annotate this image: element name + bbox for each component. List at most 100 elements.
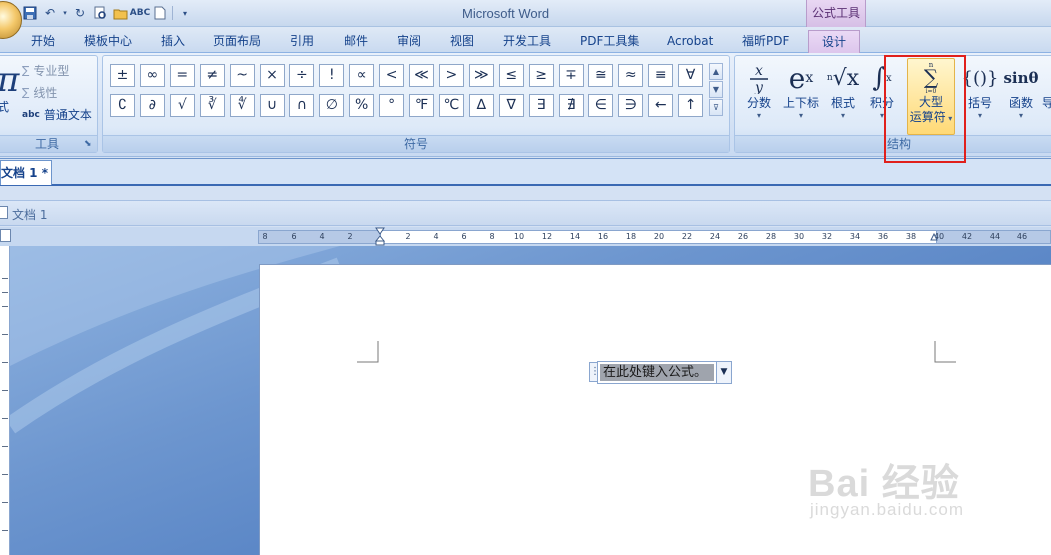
symbol-button[interactable]: ∩ xyxy=(289,94,315,117)
right-indent-marker[interactable] xyxy=(930,232,938,242)
symbol-button[interactable]: ∞ xyxy=(139,64,165,87)
ruler-tick-label: 6 xyxy=(461,232,467,241)
symbol-button[interactable]: ± xyxy=(110,64,135,87)
new-document-icon[interactable] xyxy=(152,5,168,21)
symbol-button[interactable]: ∄ xyxy=(558,94,584,117)
large-operator-icon: n ∑ i=0 xyxy=(908,59,954,95)
professional-format-button[interactable]: ∑ 专业型 xyxy=(22,62,69,79)
symbol-button[interactable]: ÷ xyxy=(289,64,315,87)
scroll-down-button[interactable]: ▼ xyxy=(709,81,723,98)
symbol-button[interactable]: ~ xyxy=(229,64,255,87)
symbol-button[interactable]: ≤ xyxy=(498,64,524,87)
app-title: Microsoft Word xyxy=(462,6,550,21)
tab-references[interactable]: 引用 xyxy=(290,31,314,51)
equation-options-dropdown[interactable]: ▼ xyxy=(716,361,732,384)
symbol-button[interactable]: = xyxy=(169,64,195,87)
symbol-button[interactable]: > xyxy=(438,64,464,87)
symbol-button[interactable]: ℃ xyxy=(438,94,464,117)
spelling-check-icon[interactable]: ABC xyxy=(130,5,150,21)
script-button[interactable]: ex 上下标 ▾ xyxy=(781,60,821,121)
symbol-button[interactable]: ∁ xyxy=(110,94,135,117)
tab-home[interactable]: 开始 xyxy=(31,31,55,51)
tab-mailings[interactable]: 邮件 xyxy=(344,31,368,51)
symbol-button[interactable]: ∛ xyxy=(199,94,225,117)
function-button[interactable]: sinθ 函数 ▾ xyxy=(1001,60,1041,120)
tab-selector[interactable] xyxy=(0,229,11,242)
symbol-button[interactable]: ! xyxy=(319,64,345,87)
save-icon[interactable] xyxy=(22,5,38,21)
symbol-button[interactable]: ∓ xyxy=(558,64,584,87)
symbol-button[interactable]: ∅ xyxy=(319,94,345,117)
svg-text:y: y xyxy=(754,80,764,94)
symbol-button[interactable]: ∃ xyxy=(528,94,554,117)
symbol-button[interactable]: ≫ xyxy=(468,64,494,87)
symbol-button[interactable]: ↑ xyxy=(678,94,704,117)
symbol-button[interactable]: ∀ xyxy=(678,64,704,87)
symbol-button[interactable]: ∪ xyxy=(259,94,285,117)
scroll-up-button[interactable]: ▲ xyxy=(709,63,723,80)
structures-group: xy 分数 ▾ ex 上下标 ▾ n √x 根式 ▾ ∫ x 积分 ▾ n ∑ i=0 … xyxy=(734,55,1051,153)
symbol-button[interactable]: % xyxy=(349,94,375,117)
symbol-button[interactable]: ≈ xyxy=(618,64,644,87)
symbol-button[interactable]: ≡ xyxy=(648,64,674,87)
fraction-button[interactable]: xy 分数 ▾ xyxy=(741,60,777,120)
equation-button-label[interactable]: 式 xyxy=(0,98,9,115)
symbol-button[interactable]: × xyxy=(259,64,285,87)
symbol-button[interactable]: ← xyxy=(648,94,674,117)
tab-design[interactable]: 设计 xyxy=(808,30,861,54)
tools-group-label: 工具 xyxy=(0,135,97,152)
professional-label: 专业型 xyxy=(33,64,70,78)
professional-icon: ∑ xyxy=(22,64,30,77)
tab-view[interactable]: 视图 xyxy=(450,31,474,51)
tab-template-center[interactable]: 模板中心 xyxy=(84,31,132,51)
tab-foxit-pdf[interactable]: 福昕PDF xyxy=(742,31,789,51)
symbol-button[interactable]: ≥ xyxy=(528,64,554,87)
tab-acrobat[interactable]: Acrobat xyxy=(667,31,713,51)
symbol-button[interactable]: ∇ xyxy=(498,94,524,117)
undo-dropdown-icon[interactable]: ▾ xyxy=(62,5,68,21)
large-operator-button[interactable]: n ∑ i=0 大型 运算符 ▾ xyxy=(907,58,955,135)
symbol-button[interactable]: ∈ xyxy=(588,94,614,117)
symbol-button[interactable]: ≅ xyxy=(588,64,614,87)
tab-insert[interactable]: 插入 xyxy=(161,31,185,51)
equation-input[interactable]: 在此处键入公式。 xyxy=(597,361,717,384)
symbol-button[interactable]: ° xyxy=(379,94,405,117)
accent-button[interactable]: 导 xyxy=(1041,60,1051,111)
abc-icon: abc xyxy=(22,109,40,120)
tab-pdf-tools[interactable]: PDF工具集 xyxy=(580,31,639,51)
symbol-button[interactable]: ∜ xyxy=(229,94,255,117)
open-folder-icon[interactable] xyxy=(112,5,128,21)
symbol-button[interactable]: ≠ xyxy=(199,64,225,87)
redo-icon[interactable]: ↻ xyxy=(72,5,88,21)
vertical-ruler[interactable] xyxy=(0,246,10,555)
bracket-dropdown-icon: ▾ xyxy=(977,111,982,120)
dialog-launcher-icon[interactable]: ⬊ xyxy=(84,139,94,149)
linear-format-button[interactable]: ∑ 线性 xyxy=(22,84,57,101)
customize-qat-icon[interactable]: ▾ xyxy=(177,5,193,21)
gallery-more-button[interactable]: ⊽ xyxy=(709,99,723,116)
symbol-button[interactable]: ∝ xyxy=(349,64,375,87)
equation-pi-icon[interactable]: π xyxy=(0,60,19,100)
baidu-watermark: Bai 经验 jingyan.baidu.com xyxy=(808,452,963,519)
tab-review[interactable]: 审阅 xyxy=(397,31,421,51)
first-line-indent-marker[interactable] xyxy=(374,227,386,246)
symbol-button[interactable]: < xyxy=(379,64,405,87)
normal-text-button[interactable]: abc 普通文本 xyxy=(22,106,92,123)
symbol-button[interactable]: ∂ xyxy=(139,94,165,117)
undo-icon[interactable]: ↶ xyxy=(42,5,58,21)
symbol-button[interactable]: ℉ xyxy=(409,94,434,117)
symbol-button[interactable]: ≪ xyxy=(409,64,434,87)
tab-page-layout[interactable]: 页面布局 xyxy=(213,31,261,51)
bracket-button[interactable]: {()} 括号 ▾ xyxy=(962,60,999,121)
ribbon-tabs: 开始 模板中心 插入 页面布局 引用 邮件 审阅 视图 开发工具 PDF工具集 … xyxy=(0,27,1051,54)
large-operator-label-1: 大型 xyxy=(918,95,943,109)
symbol-button[interactable]: ∋ xyxy=(618,94,644,117)
radical-button[interactable]: n √x 根式 ▾ xyxy=(825,60,861,121)
symbol-button[interactable]: √ xyxy=(169,94,195,117)
bracket-label: 括号 xyxy=(967,96,992,110)
document-tab[interactable]: 文档 1 * xyxy=(0,160,52,185)
symbol-button[interactable]: ∆ xyxy=(468,94,494,117)
integral-button[interactable]: ∫ x 积分 ▾ xyxy=(867,60,897,120)
print-preview-icon[interactable] xyxy=(92,5,108,21)
tab-developer[interactable]: 开发工具 xyxy=(503,31,551,51)
